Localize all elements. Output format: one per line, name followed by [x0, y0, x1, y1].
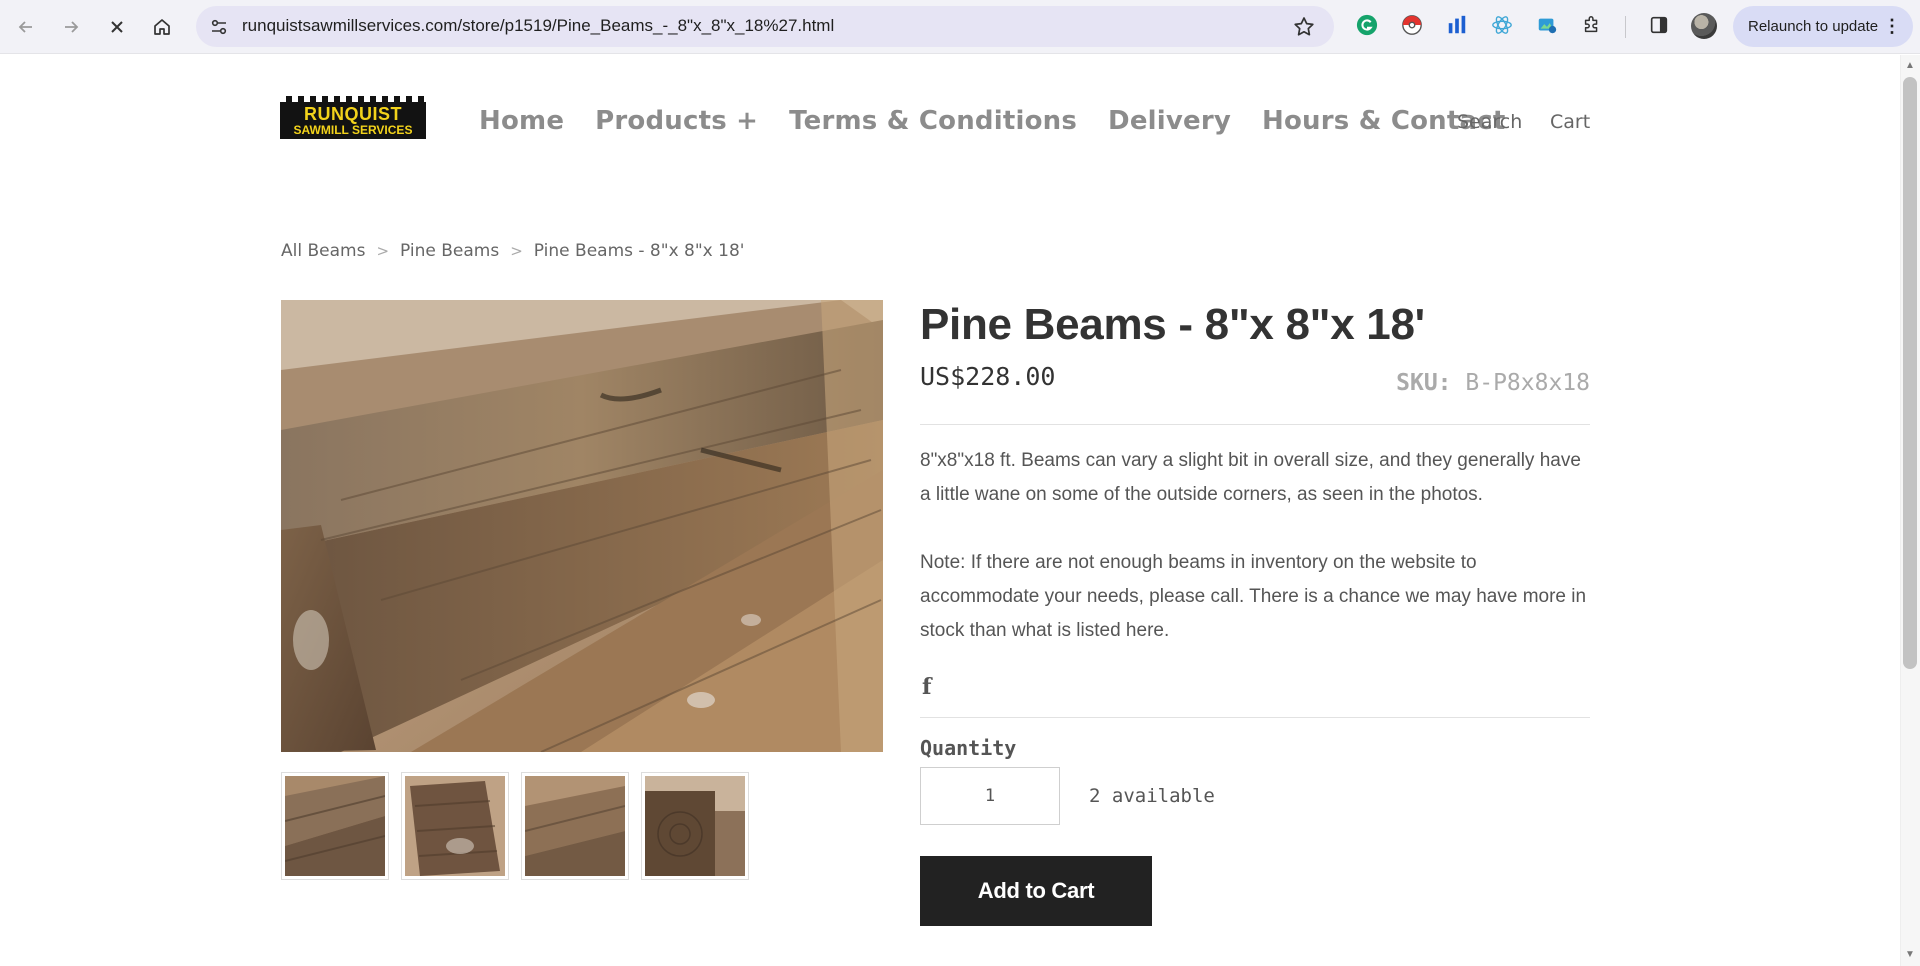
divider	[920, 424, 1590, 425]
page-scrollbar[interactable]: ▲ ▼	[1900, 55, 1920, 966]
thumbnail-image-1[interactable]	[281, 772, 389, 880]
availability-text: 2 available	[1089, 785, 1215, 807]
browser-toolbar: runquistsawmillservices.com/store/p1519/…	[0, 0, 1920, 54]
quantity-input[interactable]	[920, 767, 1060, 825]
nav-home[interactable]: Home	[479, 106, 564, 136]
extensions-puzzle-icon[interactable]	[1579, 12, 1605, 38]
product-price: US$228.00	[920, 362, 1056, 391]
sku-value: B-P8x8x18	[1465, 370, 1590, 396]
breadcrumb: All Beams > Pine Beams > Pine Beams - 8"…	[281, 241, 744, 261]
facebook-share-icon[interactable]: f	[922, 674, 931, 700]
breadcrumb-all-beams[interactable]: All Beams	[281, 241, 365, 261]
thumbnail-image-3[interactable]	[521, 772, 629, 880]
address-bar[interactable]: runquistsawmillservices.com/store/p1519/…	[196, 6, 1334, 47]
thumbnail-image-2[interactable]	[401, 772, 509, 880]
toolbar-divider	[1625, 16, 1626, 38]
chevron-right-icon: >	[376, 242, 390, 260]
add-to-cart-button[interactable]: Add to Cart	[920, 856, 1152, 926]
nav-terms-conditions[interactable]: Terms & Conditions	[789, 106, 1077, 136]
chart-extension-icon[interactable]	[1444, 12, 1470, 38]
main-navigation: Home Products + Terms & Conditions Deliv…	[479, 106, 1537, 136]
scrollbar-thumb[interactable]	[1903, 77, 1917, 669]
sku-label: SKU:	[1396, 370, 1452, 396]
thumbnail-image-4[interactable]	[641, 772, 749, 880]
image-extension-icon[interactable]	[1534, 12, 1560, 38]
home-icon[interactable]	[144, 9, 180, 45]
product-main-image[interactable]	[281, 300, 883, 752]
logo-line-1: RUNQUIST	[304, 104, 402, 124]
url-text[interactable]: runquistsawmillservices.com/store/p1519/…	[242, 16, 834, 36]
site-info-icon[interactable]	[206, 14, 231, 39]
quantity-label: Quantity	[920, 736, 1017, 760]
thumbnail-strip	[281, 772, 761, 880]
nav-products[interactable]: Products +	[595, 106, 758, 136]
site-logo[interactable]: RUNQUIST SAWMILL SERVICES	[280, 96, 426, 139]
logo-line-2: SAWMILL SERVICES	[293, 123, 413, 137]
side-panel-icon[interactable]	[1646, 12, 1672, 38]
back-arrow-icon[interactable]	[8, 9, 44, 45]
scroll-up-arrow-icon[interactable]: ▲	[1905, 61, 1915, 71]
stop-loading-icon[interactable]	[99, 9, 135, 45]
saw-blade-decoration	[280, 96, 426, 102]
nav-delivery[interactable]: Delivery	[1108, 106, 1231, 136]
browser-menu-icon[interactable]: ⋮	[1883, 17, 1901, 35]
product-note: Note: If there are not enough beams in i…	[920, 552, 1587, 641]
react-devtools-icon[interactable]	[1489, 12, 1515, 38]
divider	[920, 717, 1590, 718]
pokeball-extension-icon[interactable]	[1399, 12, 1425, 38]
product-title: Pine Beams - 8"x 8"x 18'	[920, 300, 1425, 349]
forward-arrow-icon[interactable]	[53, 9, 89, 45]
relaunch-label: Relaunch to update	[1748, 18, 1879, 35]
scroll-down-arrow-icon[interactable]: ▼	[1905, 950, 1915, 960]
search-link[interactable]: Search	[1457, 111, 1522, 133]
breadcrumb-current: Pine Beams - 8"x 8"x 18'	[533, 241, 745, 261]
product-description: 8"x8"x18 ft. Beams can vary a slight bit…	[920, 450, 1581, 505]
cart-link[interactable]: Cart	[1550, 111, 1590, 133]
bookmark-star-icon[interactable]	[1292, 15, 1316, 39]
relaunch-button[interactable]: Relaunch to update ⋮	[1733, 6, 1913, 47]
product-sku: SKU: B-P8x8x18	[1396, 370, 1590, 396]
profile-avatar[interactable]	[1691, 13, 1717, 39]
breadcrumb-pine-beams[interactable]: Pine Beams	[400, 241, 499, 261]
grammarly-extension-icon[interactable]	[1354, 12, 1380, 38]
chevron-right-icon: >	[510, 242, 523, 260]
